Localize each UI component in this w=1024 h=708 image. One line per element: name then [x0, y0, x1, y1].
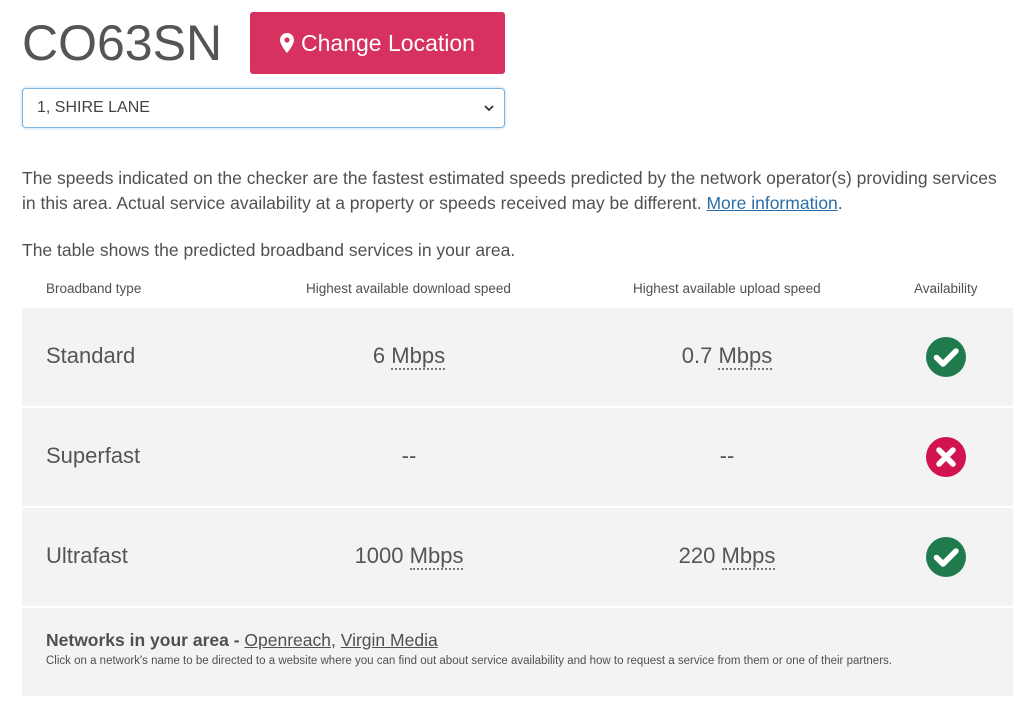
table-intro: The table shows the predicted broadband … [22, 240, 516, 260]
network-link-virgin-media[interactable]: Virgin Media [341, 630, 438, 650]
network-link-openreach[interactable]: Openreach [244, 630, 331, 650]
table-row: Superfast -- -- [22, 408, 1013, 508]
check-circle-icon [926, 337, 966, 377]
download-speed: 1000 Mbps [309, 543, 509, 570]
disclaimer-end: . [837, 193, 843, 213]
table-row: Ultrafast 1000 Mbps 220 Mbps [22, 508, 1013, 608]
download-speed: 6 Mbps [309, 343, 509, 370]
table-header: Broadband type Highest available downloa… [22, 281, 1013, 301]
broadband-table: Standard 6 Mbps 0.7 Mbps Superfast -- --… [22, 308, 1013, 696]
address-select-value: 1, SHIRE LANE [37, 99, 150, 116]
download-unit: Mbps [391, 343, 446, 370]
upload-unit: Mbps [718, 343, 773, 370]
check-circle-icon [926, 537, 966, 577]
upload-speed: 220 Mbps [627, 543, 827, 570]
networks-separator: , [331, 630, 341, 650]
table-row: Standard 6 Mbps 0.7 Mbps [22, 308, 1013, 408]
networks-label: Networks in your area - [46, 630, 245, 650]
upload-speed: 0.7 Mbps [627, 343, 827, 370]
download-speed: -- [309, 443, 509, 469]
download-value: 1000 [354, 543, 404, 568]
chevron-down-icon [484, 105, 494, 112]
header-upload-speed: Highest available upload speed [633, 281, 821, 296]
upload-unit: Mbps [721, 543, 776, 570]
change-location-button[interactable]: Change Location [250, 12, 505, 74]
networks-note: Click on a network's name to be directed… [46, 655, 892, 667]
header-availability: Availability [914, 281, 978, 296]
header-broadband-type: Broadband type [46, 281, 142, 296]
networks-panel: Networks in your area - Openreach, Virgi… [22, 608, 1013, 696]
map-marker-icon [280, 33, 295, 53]
address-select[interactable]: 1, SHIRE LANE [22, 88, 505, 128]
more-information-link[interactable]: More information [706, 193, 837, 213]
speed-disclaimer: The speeds indicated on the checker are … [22, 166, 1012, 216]
broadband-type: Superfast [46, 443, 141, 468]
header-download-speed: Highest available download speed [306, 281, 511, 296]
upload-speed: -- [627, 443, 827, 469]
postcode-title: CO63SN [22, 15, 223, 71]
networks-title: Networks in your area - Openreach, Virgi… [46, 630, 438, 651]
download-unit: Mbps [409, 543, 464, 570]
disclaimer-text: The speeds indicated on the checker are … [22, 168, 997, 213]
download-value: -- [401, 443, 417, 468]
upload-value: 0.7 [681, 343, 713, 368]
upload-value: -- [719, 443, 735, 468]
broadband-type: Ultrafast [46, 543, 128, 568]
download-value: 6 [372, 343, 386, 368]
broadband-type: Standard [46, 343, 136, 368]
change-location-label: Change Location [301, 29, 475, 56]
cross-circle-icon [926, 437, 966, 477]
upload-value: 220 [678, 543, 716, 568]
